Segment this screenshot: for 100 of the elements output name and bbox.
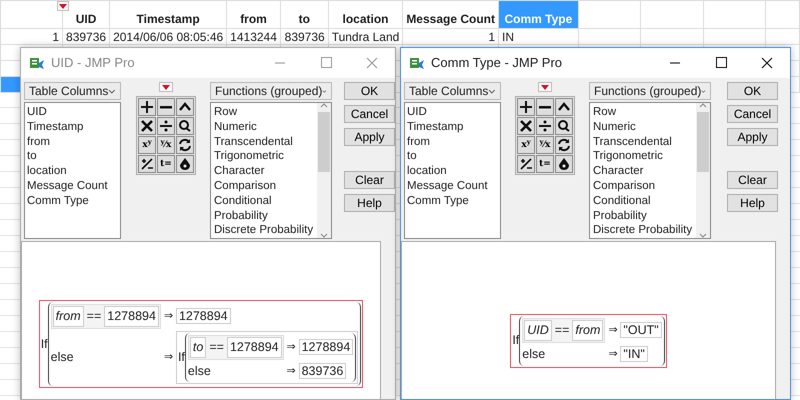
dialog-button[interactable]: Clear — [727, 171, 778, 189]
keypad-key[interactable] — [517, 117, 535, 135]
keypad-key[interactable] — [176, 117, 194, 135]
table-columns-dropdown[interactable]: Table Columns — [404, 82, 501, 100]
columns-list[interactable]: UID Timestamp from to location Message Count Comm Type — [404, 102, 501, 239]
condition-box[interactable]: UID == from — [522, 318, 606, 343]
formula-editor[interactable]: If UID == from ⇒ "OUT" else ⇒ "IN" — [401, 241, 776, 399]
list-item[interactable]: Comparison — [214, 178, 314, 194]
column-header[interactable]: location — [328, 0, 403, 28]
keypad-key[interactable] — [555, 117, 573, 135]
keypad-key[interactable] — [536, 98, 554, 116]
formula-value[interactable]: 1278894 — [104, 306, 159, 327]
keypad-key[interactable] — [536, 117, 554, 135]
if-expression[interactable]: If from == 1278894 ⇒ 1278894 else ⇒ If to == 1278894 ⇒ 1278894 else ⇒ 839736 — [38, 300, 364, 388]
table-columns-dropdown[interactable]: Table Columns — [24, 82, 121, 100]
menu-triangle-icon[interactable] — [57, 1, 69, 11]
list-item[interactable]: Row — [593, 105, 693, 120]
if-expression[interactable]: If UID == from ⇒ "OUT" else ⇒ "IN" — [510, 314, 667, 368]
scroll-down-icon[interactable] — [320, 233, 328, 238]
list-item[interactable]: Discrete Probability — [214, 223, 314, 238]
column-header[interactable]: Message Count — [402, 0, 498, 28]
dialog-button[interactable]: Apply — [727, 128, 778, 146]
list-item[interactable]: UID — [27, 105, 118, 120]
functions-dropdown[interactable]: Functions (grouped) — [210, 82, 332, 100]
list-item[interactable]: location — [407, 164, 498, 179]
keypad-key[interactable] — [517, 98, 535, 116]
list-item[interactable]: UID — [407, 105, 498, 120]
list-item[interactable]: from — [27, 134, 118, 150]
column-reference[interactable]: from — [572, 320, 604, 341]
keypad-key[interactable]: t= — [536, 155, 554, 173]
row-number-cell[interactable]: 1 — [0, 28, 63, 44]
list-item[interactable]: Discrete Probability — [593, 223, 693, 238]
list-item[interactable]: Transcendental — [593, 134, 693, 150]
keypad-key[interactable]: x$^{y}$ — [138, 136, 156, 154]
list-item[interactable]: Transcendental — [214, 134, 314, 150]
list-item[interactable]: Timestamp — [407, 120, 498, 135]
dialog-button[interactable]: Help — [344, 194, 395, 212]
list-item[interactable]: to — [27, 149, 118, 164]
functions-dropdown[interactable]: Functions (grouped) — [589, 82, 711, 100]
keypad-key[interactable]: x$^{y}$ — [517, 136, 535, 154]
maximize-icon[interactable] — [714, 57, 728, 69]
keypad-key[interactable] — [555, 136, 573, 154]
keypad-key[interactable] — [517, 155, 535, 173]
list-item[interactable]: Timestamp — [27, 120, 118, 135]
dialog-button[interactable]: Help — [727, 194, 778, 212]
dialog-button[interactable]: Cancel — [727, 105, 778, 123]
dialog-button[interactable]: Apply — [344, 128, 395, 146]
keypad-key[interactable] — [176, 155, 194, 173]
dialog-button[interactable]: Cancel — [344, 105, 395, 123]
list-item[interactable]: Trigonometric — [593, 149, 693, 164]
keypad-key[interactable] — [555, 155, 573, 173]
column-reference[interactable]: UID — [524, 320, 552, 341]
keypad-key[interactable] — [157, 117, 175, 135]
column-header[interactable]: Timestamp — [110, 0, 227, 28]
list-item[interactable]: Comm Type — [407, 194, 498, 209]
formula-value[interactable]: 1278894 — [298, 338, 354, 355]
scrollbar[interactable] — [317, 103, 331, 238]
list-item[interactable]: Conditional — [593, 194, 693, 209]
columns-list[interactable]: UID Timestamp from to location Message Count Comm Type — [24, 102, 121, 239]
list-item[interactable]: from — [407, 134, 498, 150]
list-item[interactable]: Numeric — [214, 120, 314, 135]
condition-box[interactable]: to == 1278894 — [188, 334, 284, 360]
list-item[interactable]: Character — [214, 164, 314, 179]
list-item[interactable]: Comm Type — [27, 194, 118, 209]
list-item[interactable]: to — [407, 149, 498, 164]
dialog-button[interactable]: OK — [727, 82, 778, 100]
keypad-key[interactable] — [157, 98, 175, 116]
column-header[interactable]: to — [280, 0, 328, 28]
close-icon[interactable] — [760, 57, 774, 69]
formula-value[interactable]: "OUT" — [620, 322, 662, 338]
formula-editor[interactable]: If from == 1278894 ⇒ 1278894 else ⇒ If to == 1278894 ⇒ 1278894 else ⇒ 839736 — [21, 241, 381, 399]
keypad-key[interactable] — [138, 117, 156, 135]
keypad-key[interactable] — [555, 98, 573, 116]
keypad-key[interactable] — [176, 136, 194, 154]
keypad-key[interactable] — [176, 98, 194, 116]
keypad-key[interactable]: $^{y}$⁄x — [157, 136, 175, 154]
list-item[interactable]: Probability — [593, 208, 693, 224]
keypad-key[interactable] — [138, 98, 156, 116]
scroll-up-icon[interactable] — [699, 103, 707, 108]
if-expression[interactable]: If to == 1278894 ⇒ 1278894 else ⇒ 839736 — [176, 330, 358, 384]
dialog-button[interactable]: OK — [344, 82, 395, 100]
list-item[interactable]: Trigonometric — [214, 149, 314, 164]
column-reference[interactable]: to — [190, 336, 206, 358]
scroll-down-icon[interactable] — [699, 233, 707, 238]
formula-value[interactable]: 1278894 — [176, 308, 231, 324]
condition-box[interactable]: from == 1278894 — [50, 304, 161, 329]
column-header[interactable]: from — [226, 0, 280, 28]
keypad-key[interactable] — [138, 155, 156, 173]
list-item[interactable]: Conditional — [214, 194, 314, 209]
list-item[interactable]: Message Count — [407, 178, 498, 194]
list-item[interactable]: Character — [593, 164, 693, 179]
formula-value[interactable]: "IN" — [620, 346, 648, 362]
list-item[interactable]: Numeric — [593, 120, 693, 135]
list-item[interactable]: Comparison — [593, 178, 693, 194]
list-item[interactable]: Row — [214, 105, 314, 120]
dialog-button[interactable]: Clear — [344, 171, 395, 189]
column-reference[interactable]: from — [52, 306, 84, 327]
formula-value[interactable]: 839736 — [298, 362, 346, 378]
scrollbar[interactable] — [696, 103, 710, 238]
scroll-up-icon[interactable] — [320, 103, 328, 108]
